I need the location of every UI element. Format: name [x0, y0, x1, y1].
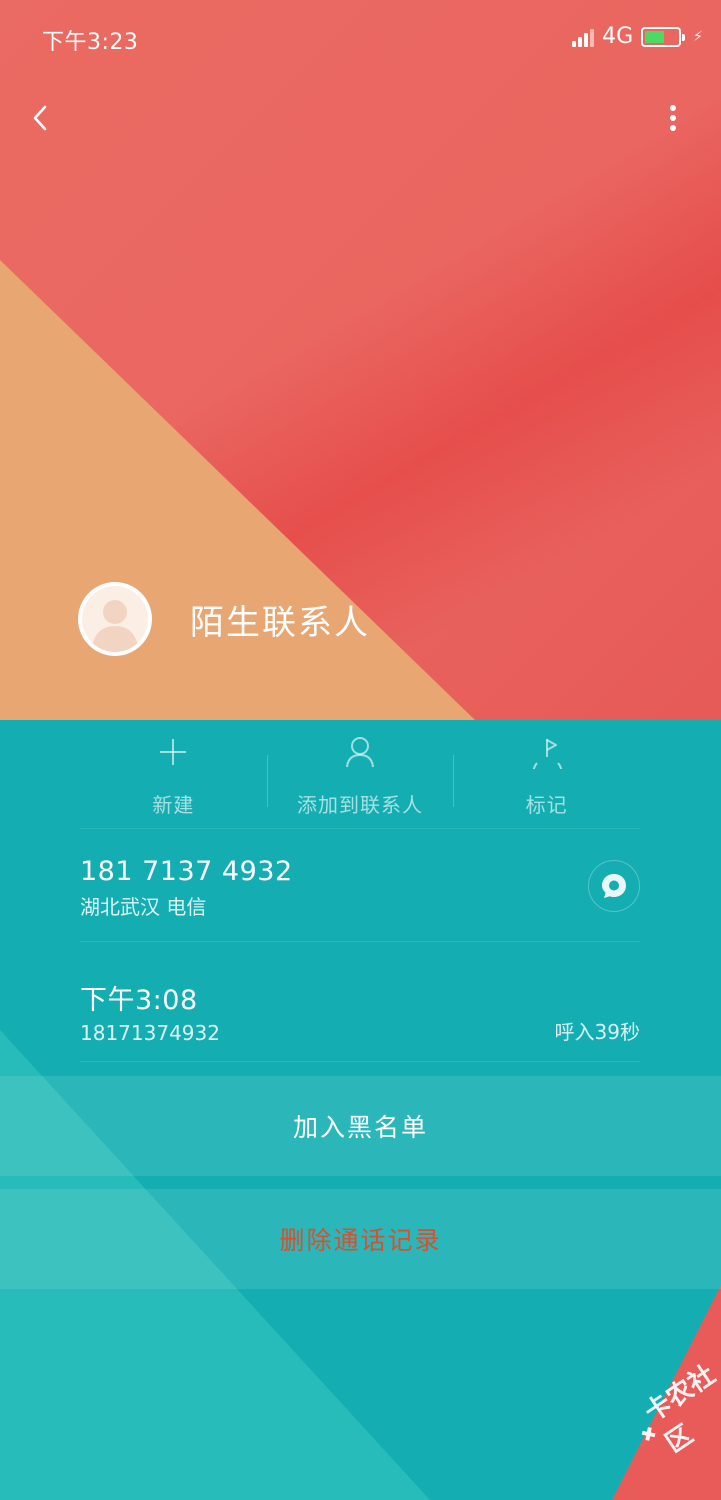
number-location: 湖北武汉 电信: [80, 895, 207, 919]
add-to-contacts-label: 添加到联系人: [297, 793, 423, 817]
action-bar: 新建 添加到联系人 标记: [80, 725, 640, 829]
new-contact-button[interactable]: 新建: [80, 725, 267, 828]
delete-call-log-button[interactable]: 删除通话记录: [0, 1189, 721, 1289]
message-icon: [602, 874, 626, 898]
charging-icon: ⚡: [693, 28, 703, 45]
call-time: 下午3:08: [80, 985, 198, 1016]
phone-number-row[interactable]: 181 7137 4932 湖北武汉 电信: [80, 830, 640, 942]
plus-icon: [156, 733, 190, 771]
flag-icon: [530, 733, 564, 771]
contact-header: 陌生联系人: [78, 582, 370, 656]
mark-button[interactable]: 标记: [453, 725, 640, 828]
call-duration: 呼入39秒: [554, 1020, 640, 1044]
message-button[interactable]: [588, 860, 640, 912]
person-silhouette-icon: [92, 600, 138, 652]
chevron-left-icon: [33, 105, 47, 131]
mark-label: 标记: [525, 793, 568, 817]
phone-number: 181 7137 4932: [80, 856, 293, 887]
battery-icon: [641, 26, 686, 47]
more-options-button[interactable]: [651, 96, 695, 140]
status-time: 下午3:23: [42, 30, 139, 55]
add-to-blacklist-button[interactable]: 加入黑名单: [0, 1076, 721, 1176]
network-label: 4G: [602, 24, 634, 49]
call-log-row: 下午3:08 18171374932 呼入39秒: [80, 942, 640, 1062]
back-button[interactable]: [18, 96, 62, 140]
add-to-contacts-button[interactable]: 添加到联系人: [266, 725, 454, 828]
more-vertical-icon: [670, 105, 676, 131]
status-icons: 4G ⚡: [572, 24, 703, 49]
signal-icon: [572, 27, 595, 47]
avatar: [78, 582, 152, 656]
status-bar: 下午3:23 4G ⚡: [0, 0, 721, 76]
person-icon: [343, 733, 377, 771]
contact-name: 陌生联系人: [190, 602, 370, 643]
new-contact-label: 新建: [152, 793, 195, 817]
